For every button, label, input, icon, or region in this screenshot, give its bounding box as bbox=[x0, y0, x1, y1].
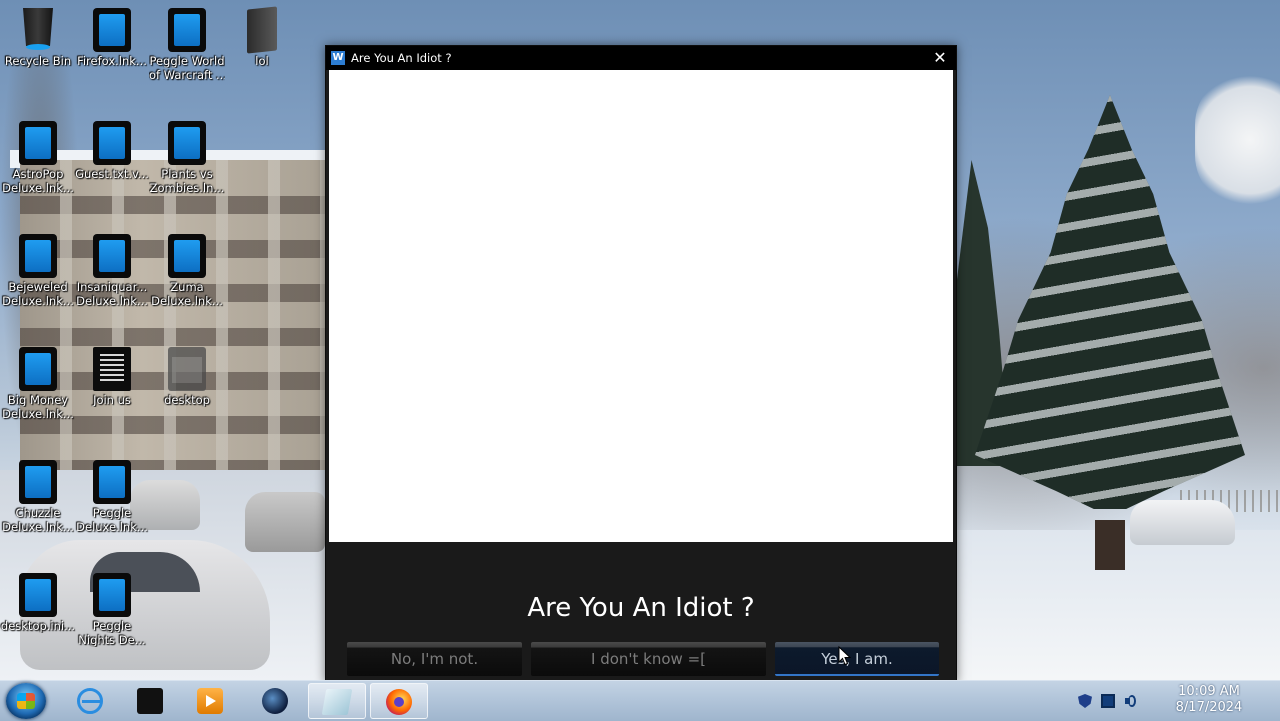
shortcut-icon bbox=[19, 347, 57, 391]
desktop-icon-label-line2: Deluxe.lnk... bbox=[2, 407, 74, 421]
dialog-window: W Are You An Idiot ? ✕ Are You An Idiot … bbox=[325, 45, 957, 683]
desktop-icon-label: desktop bbox=[164, 393, 210, 407]
desktop-icon-label-line2: Deluxe.lnk... bbox=[151, 294, 223, 308]
desktop-icon-label: Peggle bbox=[92, 619, 132, 633]
desktop-icon-label-line2: Deluxe.lnk... bbox=[2, 294, 74, 308]
desktop-icon-chuzzle[interactable]: Chuzzle Deluxe.lnk... bbox=[0, 456, 76, 534]
desktop-icon-join-us[interactable]: Join us bbox=[74, 343, 150, 407]
shortcut-icon bbox=[93, 8, 131, 52]
desktop-icon-label: Firefox.lnk... bbox=[77, 54, 147, 68]
desktop-icon-label-line2: Deluxe.lnk... bbox=[2, 520, 74, 534]
desktop-icon-label: Big Money bbox=[7, 393, 69, 407]
taskbar-black-app[interactable] bbox=[122, 683, 178, 719]
internet-explorer-icon bbox=[77, 688, 103, 714]
globe-icon bbox=[262, 688, 288, 714]
desktop-icon-label: desktop.ini... bbox=[0, 619, 76, 633]
video-area bbox=[329, 70, 953, 542]
desktop-icon-label: Peggle bbox=[92, 506, 132, 520]
desktop-icon-bejeweled[interactable]: Bejeweled Deluxe.lnk... bbox=[0, 230, 76, 308]
desktop-icon-label: Guest.txt.v... bbox=[75, 167, 149, 181]
mouse-cursor-icon bbox=[838, 646, 852, 666]
security-shield-icon[interactable] bbox=[1078, 694, 1092, 708]
wallpaper-car bbox=[1130, 500, 1235, 545]
desktop-icon-astropop[interactable]: AstroPop Deluxe.lnk... bbox=[0, 117, 76, 195]
recycle-bin-icon bbox=[20, 8, 56, 52]
shortcut-icon bbox=[93, 573, 131, 617]
taskbar-notepad[interactable] bbox=[308, 683, 366, 719]
start-button[interactable] bbox=[6, 683, 46, 719]
app-icon: W bbox=[331, 51, 345, 65]
taskbar-firefox[interactable] bbox=[370, 683, 428, 719]
desktop-icon-peggle-nights[interactable]: Peggle Nights De... bbox=[74, 569, 150, 647]
shortcut-icon bbox=[168, 121, 206, 165]
clock-date: 8/17/2024 bbox=[1175, 700, 1243, 715]
desktop-icon-recycle-bin[interactable]: Recycle Bin bbox=[0, 4, 76, 68]
desktop-icon-label-line2: of Warcraft ... bbox=[149, 68, 225, 82]
shortcut-icon bbox=[19, 121, 57, 165]
desktop-icon-label: Peggle World bbox=[149, 54, 225, 68]
shortcut-icon bbox=[93, 121, 131, 165]
building-balconies bbox=[20, 160, 325, 490]
desktop-icon-label: AstroPop bbox=[12, 167, 64, 181]
wallpaper-cloud bbox=[1195, 70, 1280, 210]
file-icon bbox=[247, 6, 277, 54]
text-document-icon bbox=[93, 347, 131, 391]
shortcut-icon bbox=[168, 234, 206, 278]
desktop-icon-label: Plants vs bbox=[161, 167, 213, 181]
question-text: Are You An Idiot ? bbox=[527, 593, 755, 623]
shortcut-icon bbox=[93, 234, 131, 278]
close-button[interactable]: ✕ bbox=[930, 48, 950, 68]
wallpaper-trunk bbox=[1095, 520, 1125, 570]
no-button[interactable]: No, I'm not. bbox=[347, 642, 522, 676]
window-title: Are You An Idiot ? bbox=[351, 51, 452, 65]
desktop-icon-label: Zuma bbox=[170, 280, 204, 294]
desktop-icon-guest[interactable]: Guest.txt.v... bbox=[74, 117, 150, 181]
desktop-icon-label: Bejeweled bbox=[8, 280, 68, 294]
desktop-icon-label-line2: Deluxe.lnk... bbox=[2, 181, 74, 195]
desktop-icon-big-money[interactable]: Big Money Deluxe.lnk... bbox=[0, 343, 76, 421]
desktop-icon-label-line2: Zombies.ln... bbox=[149, 181, 225, 195]
volume-icon[interactable] bbox=[1124, 694, 1138, 708]
desktop-icon-label-line2: Nights De... bbox=[78, 633, 146, 647]
taskbar-globe[interactable] bbox=[247, 683, 303, 719]
taskbar: 10:09 AM 8/17/2024 bbox=[0, 680, 1280, 721]
taskbar-clock[interactable]: 10:09 AM 8/17/2024 bbox=[1154, 684, 1264, 716]
shortcut-icon bbox=[168, 8, 206, 52]
yes-button[interactable]: Yes, I am. bbox=[775, 642, 939, 676]
media-player-icon bbox=[197, 688, 223, 714]
desktop-icon-peggle-wow[interactable]: Peggle World of Warcraft ... bbox=[149, 4, 225, 82]
notepad-icon bbox=[321, 689, 353, 715]
black-app-icon bbox=[137, 688, 163, 714]
shortcut-icon bbox=[19, 460, 57, 504]
shortcut-icon bbox=[19, 234, 57, 278]
taskbar-internet-explorer[interactable] bbox=[62, 683, 118, 719]
desktop-icon-label: Recycle Bin bbox=[4, 54, 72, 68]
desktop-icon-zuma[interactable]: Zuma Deluxe.lnk... bbox=[149, 230, 225, 308]
shortcut-icon bbox=[19, 573, 57, 617]
desktop-icon-lol[interactable]: lol bbox=[224, 4, 300, 68]
desktop-icon-peggle[interactable]: Peggle Deluxe.lnk... bbox=[74, 456, 150, 534]
wallpaper-building bbox=[20, 160, 325, 490]
window-titlebar[interactable]: W Are You An Idiot ? ✕ bbox=[326, 46, 956, 70]
desktop-icon-desktop-ini[interactable]: desktop.ini... bbox=[0, 569, 76, 633]
desktop-icon-desktop-folder[interactable]: desktop bbox=[149, 343, 225, 407]
desktop-icon-label-line2: Deluxe.lnk... bbox=[76, 520, 148, 534]
desktop-icon-label: lol bbox=[255, 54, 269, 68]
clock-time: 10:09 AM bbox=[1178, 684, 1240, 699]
desktop-icon-insaniquarium[interactable]: Insaniquar... Deluxe.lnk... bbox=[74, 230, 150, 308]
folder-icon bbox=[168, 347, 206, 391]
desktop-icon-label: Join us bbox=[93, 393, 131, 407]
dont-know-button[interactable]: I don't know =[ bbox=[531, 642, 766, 676]
taskbar-media-player[interactable] bbox=[182, 683, 238, 719]
shortcut-icon bbox=[93, 460, 131, 504]
desktop-icon-firefox[interactable]: Firefox.lnk... bbox=[74, 4, 150, 68]
desktop-icon-plants-vs-zombies[interactable]: Plants vs Zombies.ln... bbox=[149, 117, 225, 195]
firefox-icon bbox=[386, 689, 412, 715]
desktop-icon-label-line2: Deluxe.lnk... bbox=[76, 294, 148, 308]
desktop-icon-label: Chuzzle bbox=[15, 506, 61, 520]
wallpaper-car bbox=[245, 492, 325, 552]
desktop-icon-label: Insaniquar... bbox=[76, 280, 148, 294]
network-icon[interactable] bbox=[1101, 694, 1115, 708]
